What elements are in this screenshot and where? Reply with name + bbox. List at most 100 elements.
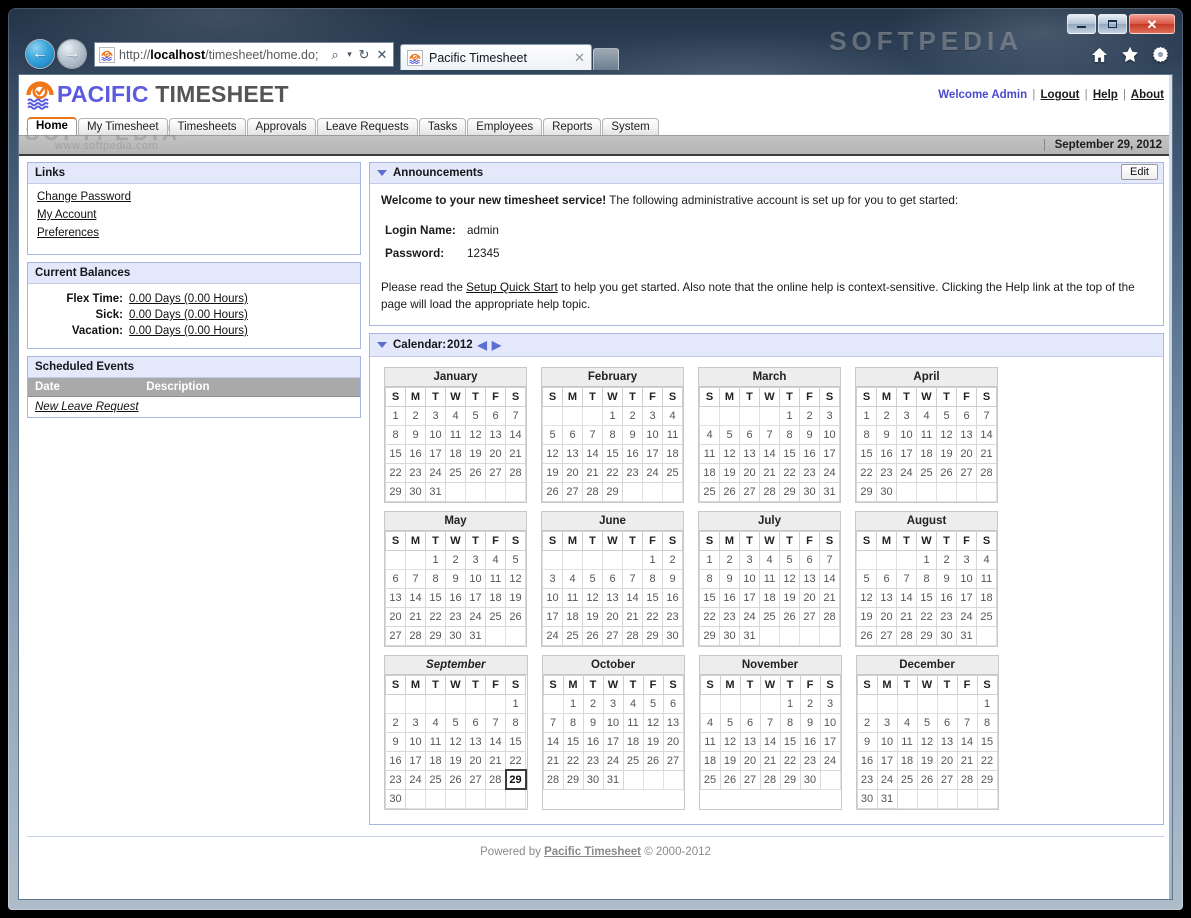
day-cell[interactable]: 3 xyxy=(642,405,663,426)
day-cell[interactable]: 10 xyxy=(425,424,446,445)
day-cell[interactable]: 29 xyxy=(602,481,623,502)
day-cell[interactable]: 26 xyxy=(719,769,741,790)
day-cell[interactable]: 18 xyxy=(976,587,997,608)
day-cell[interactable]: 9 xyxy=(445,568,466,589)
day-cell[interactable]: 13 xyxy=(876,587,897,608)
day-cell[interactable]: 1 xyxy=(642,549,663,570)
day-cell[interactable]: 28 xyxy=(896,625,917,646)
day-cell[interactable]: 18 xyxy=(896,750,918,771)
day-cell[interactable]: 27 xyxy=(739,481,760,502)
day-cell[interactable]: 21 xyxy=(819,587,840,608)
day-cell[interactable]: 11 xyxy=(562,587,583,608)
month-name[interactable]: November xyxy=(699,655,841,675)
day-cell[interactable]: 30 xyxy=(385,788,406,809)
day-cell[interactable]: 20 xyxy=(739,462,760,483)
day-cell[interactable]: 8 xyxy=(699,568,720,589)
day-cell[interactable]: 8 xyxy=(385,424,406,445)
day-cell[interactable]: 9 xyxy=(936,568,957,589)
day-cell[interactable]: 8 xyxy=(976,712,998,733)
day-cell[interactable]: 13 xyxy=(602,587,623,608)
day-cell[interactable]: 10 xyxy=(405,731,426,752)
day-cell[interactable]: 8 xyxy=(425,568,446,589)
day-cell[interactable]: 2 xyxy=(622,405,643,426)
day-cell[interactable]: 12 xyxy=(542,443,563,464)
day-cell[interactable]: 5 xyxy=(719,712,741,733)
day-cell[interactable]: 4 xyxy=(445,405,466,426)
day-cell[interactable]: 29 xyxy=(425,625,446,646)
day-cell[interactable]: 19 xyxy=(542,462,563,483)
day-cell[interactable]: 22 xyxy=(976,750,998,771)
day-cell[interactable]: 22 xyxy=(779,750,801,771)
day-cell[interactable]: 28 xyxy=(976,462,997,483)
day-cell[interactable]: 18 xyxy=(759,587,780,608)
day-cell[interactable]: 11 xyxy=(699,731,721,752)
day-cell[interactable]: 14 xyxy=(485,731,506,752)
day-cell[interactable]: 12 xyxy=(856,587,877,608)
day-cell[interactable]: 7 xyxy=(976,405,997,426)
day-cell[interactable]: 20 xyxy=(562,462,583,483)
day-cell[interactable]: 18 xyxy=(622,731,644,752)
day-cell[interactable]: 24 xyxy=(405,769,426,790)
day-cell[interactable]: 21 xyxy=(405,606,426,627)
day-cell[interactable]: 21 xyxy=(505,443,526,464)
day-cell[interactable]: 23 xyxy=(582,750,604,771)
day-cell[interactable]: 10 xyxy=(876,731,898,752)
day-cell[interactable]: 9 xyxy=(799,424,820,445)
day-cell[interactable]: 19 xyxy=(936,443,957,464)
day-cell[interactable]: 23 xyxy=(876,462,897,483)
month-name[interactable]: September xyxy=(385,655,527,675)
new-leave-request-link[interactable]: New Leave Request xyxy=(35,401,139,413)
day-cell[interactable]: 4 xyxy=(425,712,446,733)
day-cell[interactable]: 1 xyxy=(505,693,526,714)
day-cell[interactable]: 26 xyxy=(542,481,563,502)
day-cell[interactable]: 3 xyxy=(876,712,898,733)
day-cell[interactable]: 13 xyxy=(956,424,977,445)
day-cell[interactable]: 17 xyxy=(425,443,446,464)
day-cell[interactable]: 20 xyxy=(739,750,761,771)
day-cell[interactable]: 5 xyxy=(505,549,526,570)
tab-employees[interactable]: Employees xyxy=(467,118,543,135)
day-cell[interactable]: 10 xyxy=(896,424,917,445)
day-cell[interactable]: 20 xyxy=(799,587,820,608)
day-cell[interactable]: 11 xyxy=(896,731,918,752)
day-cell[interactable]: 6 xyxy=(662,693,684,714)
tab-close-icon[interactable]: ✕ xyxy=(574,50,585,66)
day-cell[interactable]: 29 xyxy=(779,769,801,790)
day-cell[interactable]: 9 xyxy=(719,568,740,589)
day-cell[interactable]: 17 xyxy=(739,587,760,608)
day-cell[interactable]: 29 xyxy=(976,769,998,790)
day-cell[interactable]: 1 xyxy=(385,405,406,426)
day-cell[interactable]: 29 xyxy=(779,481,800,502)
day-cell[interactable]: 26 xyxy=(916,769,938,790)
day-cell[interactable]: 24 xyxy=(819,462,840,483)
day-cell[interactable]: 29 xyxy=(642,625,663,646)
day-cell[interactable]: 20 xyxy=(876,606,897,627)
browser-tab[interactable]: Pacific Timesheet ✕ xyxy=(400,44,592,70)
day-cell[interactable]: 2 xyxy=(799,405,820,426)
day-cell[interactable]: 4 xyxy=(976,549,997,570)
day-cell[interactable]: 27 xyxy=(602,625,623,646)
day-cell[interactable]: 25 xyxy=(699,481,720,502)
balance-value-link[interactable]: 0.00 Days (0.00 Hours) xyxy=(129,309,248,321)
day-cell[interactable]: 15 xyxy=(385,443,406,464)
maximize-button[interactable] xyxy=(1098,14,1127,34)
new-tab-button[interactable] xyxy=(593,48,619,70)
sidebar-link-change-password[interactable]: Change Password xyxy=(37,191,351,203)
month-name[interactable]: March xyxy=(699,367,840,387)
day-cell[interactable]: 28 xyxy=(582,481,603,502)
day-cell[interactable]: 12 xyxy=(719,443,740,464)
day-cell[interactable]: 24 xyxy=(542,625,563,646)
day-cell[interactable]: 17 xyxy=(405,750,426,771)
day-cell[interactable]: 16 xyxy=(799,731,821,752)
day-cell[interactable]: 26 xyxy=(856,625,877,646)
setup-quick-start-link[interactable]: Setup Quick Start xyxy=(466,281,558,294)
day-cell[interactable]: 3 xyxy=(956,549,977,570)
day-cell[interactable]: 8 xyxy=(562,712,584,733)
day-cell[interactable]: 5 xyxy=(465,405,486,426)
day-cell[interactable]: 26 xyxy=(505,606,526,627)
today-cell[interactable]: 29 xyxy=(504,769,527,791)
day-cell[interactable]: 25 xyxy=(699,769,721,790)
day-cell[interactable]: 8 xyxy=(602,424,623,445)
forward-button[interactable]: → xyxy=(58,40,86,68)
day-cell[interactable]: 23 xyxy=(719,606,740,627)
